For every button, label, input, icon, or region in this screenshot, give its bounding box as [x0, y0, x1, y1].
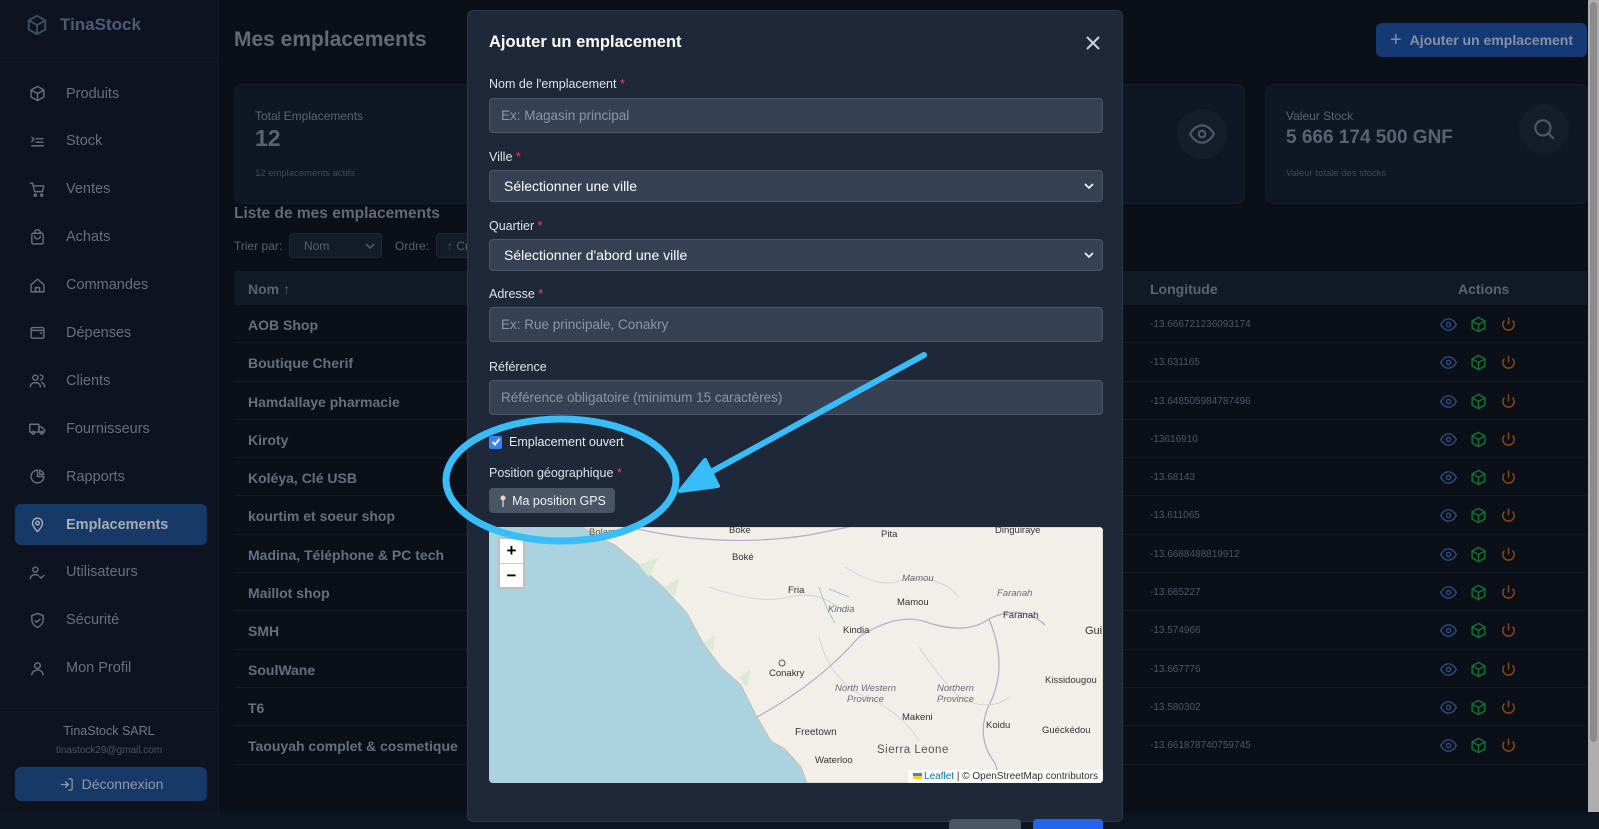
map-label: Northern — [937, 683, 974, 694]
add-location-modal: Ajouter un emplacement Nom de l'emplacem… — [467, 10, 1123, 829]
flag-icon — [913, 773, 923, 780]
map-label: Makeni — [902, 712, 933, 723]
map-label: Kissidougou — [1045, 675, 1097, 686]
reference-placeholder: Référence obligatoire (minimum 15 caract… — [501, 390, 783, 405]
map-label: Faranah — [997, 588, 1033, 599]
map-zoom-control: + − — [498, 537, 525, 589]
address-input[interactable]: Ex: Rue principale, Conakry — [489, 307, 1103, 342]
map-label: Fria — [788, 585, 805, 596]
gps-position-button[interactable]: Ma position GPS — [489, 488, 615, 513]
close-icon[interactable] — [1083, 33, 1103, 53]
open-checkbox-row[interactable]: Emplacement ouvert — [489, 435, 624, 449]
city-label: Ville * — [489, 150, 521, 164]
map-label: Sierra Leone — [877, 744, 949, 756]
chevron-down-icon — [1084, 183, 1094, 190]
map-label: Mamou — [897, 597, 929, 608]
open-checkbox-label: Emplacement ouvert — [509, 435, 624, 449]
pin-icon — [498, 495, 508, 507]
map-label: Province — [937, 694, 974, 705]
map-label: Koidu — [986, 720, 1011, 731]
map-label: Kindia — [828, 604, 855, 615]
map-label: Dinguiraye — [995, 527, 1041, 536]
address-label: Adresse * — [489, 287, 544, 301]
attribution-text: | © OpenStreetMap contributors — [956, 771, 1098, 782]
reference-label: Référence — [489, 360, 547, 374]
map-label: Waterloo — [815, 755, 853, 766]
geo-label: Position géographique * — [489, 466, 622, 480]
map-label: Pita — [881, 529, 898, 540]
map-label: Mamou — [902, 573, 934, 584]
map-label: Guéckédou — [1042, 725, 1091, 736]
modal-title: Ajouter un emplacement — [489, 33, 682, 51]
open-checkbox[interactable] — [489, 435, 502, 449]
name-label: Nom de l'emplacement * — [489, 77, 625, 91]
map-label: Gui — [1085, 625, 1103, 637]
map-label: Kindia — [843, 625, 870, 636]
map-label: Faranah — [1003, 610, 1039, 621]
zoom-out-button[interactable]: − — [500, 564, 523, 588]
city-select-value: Sélectionner une ville — [504, 178, 638, 194]
cancel-button[interactable] — [949, 819, 1021, 829]
map-label: Boke — [729, 527, 751, 536]
address-placeholder: Ex: Rue principale, Conakry — [501, 317, 669, 332]
chevron-down-icon — [1084, 252, 1094, 259]
district-select-value: Sélectionner d'abord une ville — [504, 247, 688, 263]
submit-button[interactable] — [1033, 819, 1103, 829]
map-label: Freetown — [795, 727, 837, 738]
map-labels: Bolama Boke Pita Dinguiraye Boké Mamou M… — [489, 527, 1103, 783]
district-label: Quartier * — [489, 219, 543, 233]
map-label: North Western — [835, 683, 897, 694]
location-map[interactable]: Bolama Boke Pita Dinguiraye Boké Mamou M… — [489, 527, 1103, 783]
reference-input[interactable]: Référence obligatoire (minimum 15 caract… — [489, 380, 1103, 415]
map-attribution: Leaflet | © OpenStreetMap contributors — [908, 770, 1103, 783]
map-label: Conakry — [769, 668, 805, 679]
district-select[interactable]: Sélectionner d'abord une ville — [489, 239, 1103, 271]
map-label: Boké — [732, 552, 754, 563]
city-select[interactable]: Sélectionner une ville — [489, 170, 1103, 202]
zoom-in-button[interactable]: + — [500, 539, 523, 564]
leaflet-link[interactable]: Leaflet — [924, 771, 954, 782]
name-placeholder: Ex: Magasin principal — [501, 108, 630, 123]
gps-position-label: Ma position GPS — [512, 493, 606, 508]
name-input[interactable]: Ex: Magasin principal — [489, 98, 1103, 133]
map-label: Bolama — [589, 527, 622, 538]
map-label: Province — [847, 694, 884, 705]
